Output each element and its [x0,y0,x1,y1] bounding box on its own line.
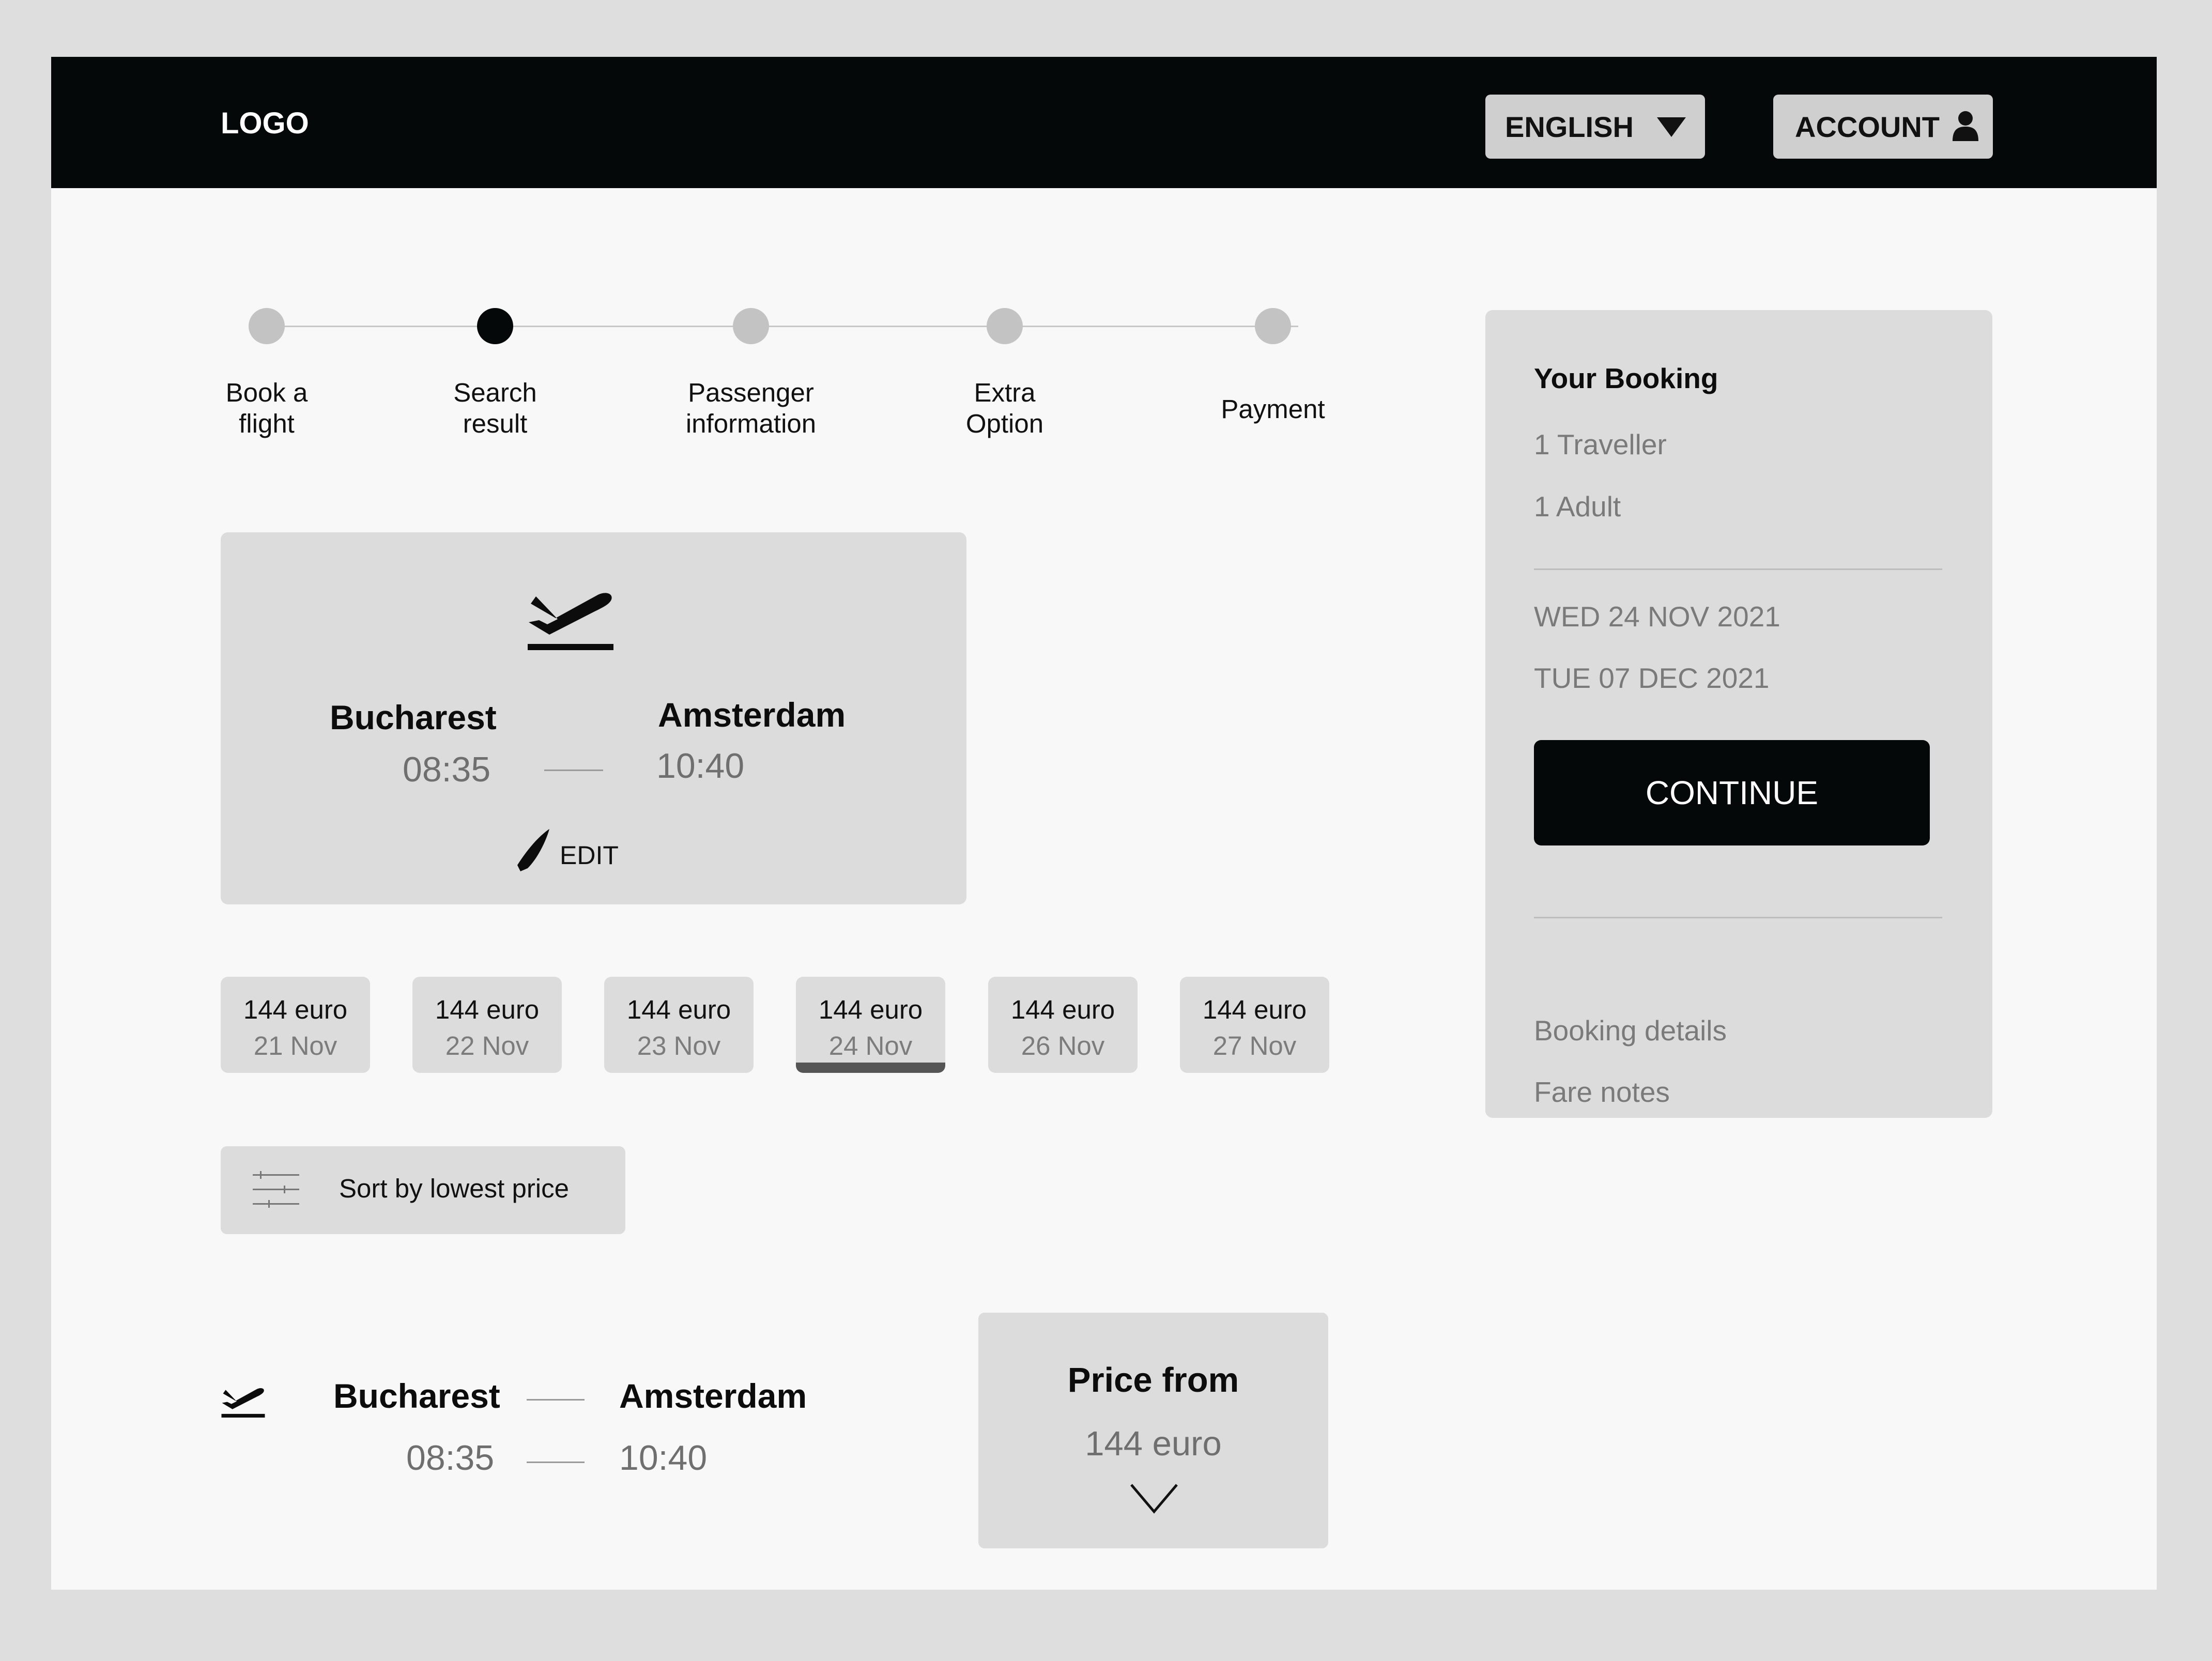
date-tab-price: 144 euro [818,995,923,1024]
price-from-value: 144 euro [1085,1424,1222,1463]
step-dot-book-flight[interactable] [249,308,285,344]
step-label-extra-option: Extra Option [965,378,1044,438]
booking-summary-panel: Your Booking 1 Traveller 1 Adult WED 24 … [1485,310,1992,1118]
date-tab-date: 21 Nov [253,1031,337,1060]
continue-button[interactable]: CONTINUE [1534,740,1930,845]
step-label-search-result: Search result [453,378,537,438]
route-dash [527,1462,585,1463]
sort-button[interactable]: Sort by lowest price [221,1146,625,1234]
divider [1534,568,1942,570]
date-tab-date: 23 Nov [637,1031,721,1060]
result-departure-time: 08:35 [406,1438,495,1478]
top-navbar: LOGO ENGLISH ACCOUNT [51,57,2157,188]
date-tab-date: 24 Nov [828,1031,913,1060]
language-dropdown[interactable]: ENGLISH [1485,95,1705,159]
result-origin-city: Bucharest [333,1377,500,1415]
stepper-track [267,326,1298,327]
date-tab-date: 22 Nov [445,1031,529,1060]
traveller-count: 1 Traveller [1534,428,1667,460]
departure-date: WED 24 NOV 2021 [1534,601,1780,633]
chevron-down-icon[interactable] [1128,1481,1180,1517]
price-from-card[interactable]: Price from 144 euro [978,1313,1328,1548]
step-dot-extra-option[interactable] [987,308,1023,344]
date-tab-price: 144 euro [435,995,540,1024]
date-tab-22-nov[interactable]: 144 euro 22 Nov [412,977,562,1073]
arrival-time: 10:40 [656,746,745,786]
step-label-passenger-information: Passenger information [685,378,817,438]
logo[interactable]: LOGO [221,106,309,141]
price-from-title: Price from [1067,1361,1239,1399]
date-tab-26-nov[interactable]: 144 euro 26 Nov [988,977,1138,1073]
plane-takeoff-icon [528,593,613,650]
sort-label: Sort by lowest price [339,1174,570,1203]
user-icon [1953,111,1978,141]
step-label-payment: Payment [1221,394,1325,424]
adult-count: 1 Adult [1534,490,1621,522]
origin-city: Bucharest [330,698,497,736]
caret-down-icon [1657,117,1686,137]
fare-notes-link[interactable]: Fare notes [1534,1075,1670,1109]
result-destination-city: Amsterdam [619,1377,807,1415]
date-tab-price: 144 euro [243,995,348,1024]
edit-label: EDIT [560,841,619,870]
step-dot-search-result[interactable] [477,308,513,344]
filter-sliders-icon [253,1171,299,1208]
step-dot-payment[interactable] [1255,308,1291,344]
date-tab-price: 144 euro [1202,995,1307,1024]
booking-details-link[interactable]: Booking details [1534,1014,1727,1047]
return-date: TUE 07 DEC 2021 [1534,662,1770,694]
route-dash [527,1399,585,1401]
date-tab-24-nov[interactable]: 144 euro 24 Nov [796,977,945,1073]
step-label-book-flight: Book a flight [225,378,308,438]
app-frame: LOGO ENGLISH ACCOUNT Book a flight Searc… [51,57,2157,1590]
account-button[interactable]: ACCOUNT [1773,95,1993,159]
step-dot-passenger-information[interactable] [733,308,769,344]
pencil-icon [517,829,549,871]
edit-link[interactable]: EDIT [515,827,634,873]
date-tab-date: 26 Nov [1021,1031,1105,1060]
language-label: ENGLISH [1505,110,1634,143]
date-tab-price: 144 euro [1010,995,1115,1024]
departure-time: 08:35 [403,750,491,789]
date-tab-23-nov[interactable]: 144 euro 23 Nov [604,977,754,1073]
divider [1534,917,1942,918]
result-arrival-time: 10:40 [619,1438,708,1478]
date-tab-price: 144 euro [626,995,731,1024]
date-tab-date: 27 Nov [1212,1031,1297,1060]
plane-takeoff-icon [221,1388,265,1418]
flight-summary-card: Bucharest 08:35 Amsterdam 10:40 EDIT [221,532,966,904]
date-tab-27-nov[interactable]: 144 euro 27 Nov [1180,977,1329,1073]
route-dash [544,770,603,771]
destination-city: Amsterdam [658,696,846,734]
account-label: ACCOUNT [1795,110,1940,143]
date-tab-21-nov[interactable]: 144 euro 21 Nov [221,977,370,1073]
booking-title: Your Booking [1534,362,1718,394]
